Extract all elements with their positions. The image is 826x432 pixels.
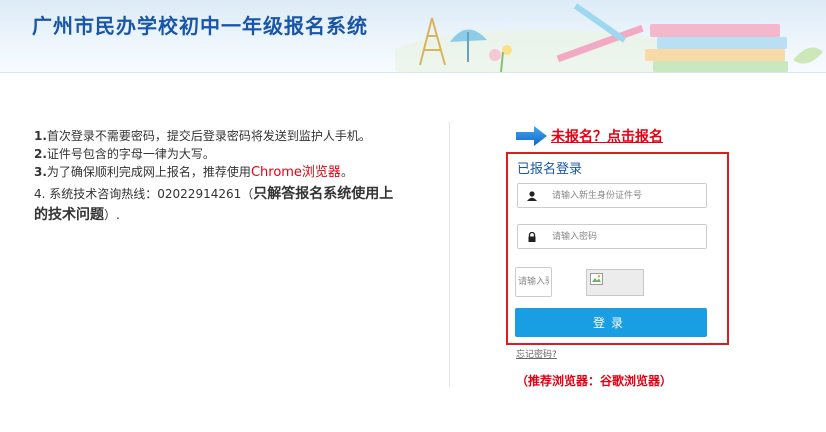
register-link[interactable]: 未报名？点击报名 — [551, 126, 663, 146]
chrome-highlight: Chrome浏览器 — [250, 165, 341, 180]
user-icon — [527, 191, 537, 201]
id-number-field — [517, 183, 707, 208]
password-field — [517, 224, 707, 249]
page-title: 广州市民办学校初中一年级报名系统 — [32, 14, 368, 38]
captcha-input[interactable] — [515, 267, 552, 297]
instruction-4: 4. 系统技术咨询热线：02022914261（只解答报名系统使用上的技术问题）… — [34, 186, 394, 223]
header-banner: 广州市民办学校初中一年级报名系统 — [0, 0, 826, 73]
instruction-3: 3.为了确保顺利完成网上报名，推荐使用Chrome浏览器。 — [34, 165, 353, 180]
login-title: 已报名登录 — [517, 162, 583, 177]
instruction-2: 2.证件号包含的字母一律为大写。 — [34, 147, 215, 161]
arrow-right-icon — [516, 126, 547, 146]
captcha-image[interactable] — [586, 269, 644, 296]
broken-image-icon — [590, 273, 603, 285]
vertical-divider — [449, 122, 450, 387]
instructions-panel: 1.首次登录不需要密码，提交后登录密码将发送到监护人手机。 2.证件号包含的字母… — [34, 127, 402, 226]
login-box: 已报名登录 登录 — [506, 152, 729, 345]
instruction-1: 1.首次登录不需要密码，提交后登录密码将发送到监护人手机。 — [34, 129, 371, 143]
password-input[interactable] — [552, 225, 702, 248]
lock-icon — [528, 232, 536, 242]
login-button[interactable]: 登录 — [515, 308, 707, 337]
forgot-password-link[interactable]: 忘记密码? — [516, 347, 557, 360]
banner-illustration — [395, 3, 823, 72]
id-number-input[interactable] — [552, 184, 702, 207]
recommended-browser-note: （推荐浏览器：谷歌浏览器） — [516, 374, 673, 388]
